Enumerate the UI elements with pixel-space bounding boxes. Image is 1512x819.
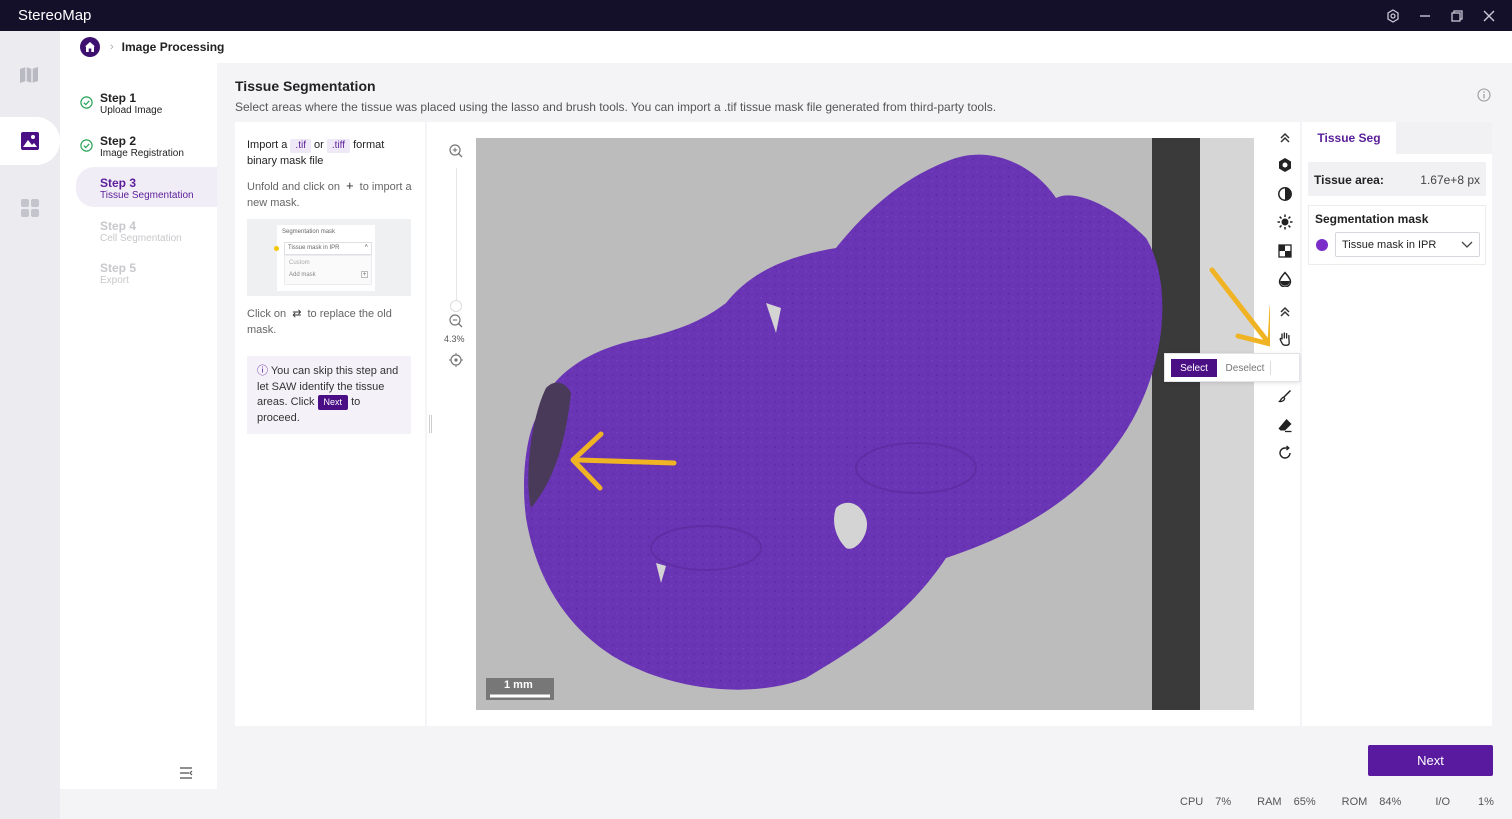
left-rail [0, 31, 60, 819]
zoom-slider-track[interactable] [456, 168, 457, 308]
zoom-percent: 4.3% [444, 334, 465, 344]
page-title: Tissue Segmentation [235, 78, 376, 94]
brush-icon[interactable] [1276, 387, 1294, 405]
step-title: Step 4 [100, 219, 137, 233]
step-title: Step 1 [100, 91, 137, 105]
preview-menu: Custom Add mask + [284, 255, 372, 285]
skip-hint: ⓘ You can skip this step and let SAW ide… [247, 356, 411, 434]
import-instruction: Import a .tif or .tiff format binary mas… [247, 139, 385, 167]
settings-icon[interactable] [1384, 7, 1402, 25]
ram-stat: RAM 65% [1257, 796, 1316, 808]
status-bar: CPU 7% RAM 65% ROM 84% I/O 1% [1180, 796, 1494, 810]
annotation-arrow [1209, 267, 1275, 347]
tissue-area-label: Tissue area: [1314, 173, 1384, 187]
step-3[interactable]: Step 3 Tissue Segmentation [76, 167, 217, 207]
lasso-mode-popover: Select Deselect [1164, 353, 1300, 382]
step-subtitle: Image Registration [100, 148, 184, 159]
collapse-up-icon-2[interactable] [1276, 303, 1294, 321]
preview-dot [274, 246, 279, 251]
info-icon[interactable] [1477, 88, 1491, 107]
tiff-tag: .tiff [326, 139, 351, 153]
rom-stat: ROM 84% [1341, 796, 1402, 808]
plus-icon: + [346, 178, 354, 193]
scale-bar-label: 1 mm [504, 679, 533, 691]
zoom-slider-handle[interactable] [450, 300, 462, 312]
step-title: Step 5 [100, 261, 137, 275]
tissue-area-row: Tissue area: 1.67e+8 px [1308, 162, 1486, 196]
app-title: StereoMap [18, 7, 92, 24]
preview-header: Segmentation mask [282, 229, 336, 235]
page-description: Select areas where the tissue was placed… [235, 100, 997, 114]
steps-panel: Step 1 Upload Image Step 2 Image Registr… [60, 63, 217, 789]
rail-map-icon[interactable] [0, 51, 60, 99]
next-button[interactable]: Next [1368, 745, 1493, 776]
settings-gear-icon[interactable] [1276, 156, 1294, 174]
restore-icon[interactable] [1448, 7, 1466, 25]
deselect-mode-button[interactable]: Deselect [1223, 359, 1267, 377]
next-chip: Next [317, 395, 349, 410]
breadcrumb: › Image Processing [60, 31, 1512, 63]
step-4: Step 4 Cell Segmentation [76, 217, 217, 257]
reset-icon[interactable] [1276, 444, 1294, 462]
step-title: Step 3 [100, 176, 137, 190]
instruction-panel: Import a .tif or .tiff format binary mas… [235, 122, 425, 726]
step-subtitle: Cell Segmentation [100, 233, 182, 244]
chevron-right-icon: › [110, 41, 114, 53]
chevron-down-icon [1461, 239, 1473, 252]
pan-hand-icon[interactable] [1276, 330, 1294, 348]
tif-tag: .tif [290, 139, 311, 153]
divider [1270, 361, 1271, 375]
opacity-drop-icon[interactable] [1276, 270, 1294, 288]
zoom-out-icon[interactable] [448, 313, 464, 334]
preview-select: Tissue mask in IPR ˄ [284, 242, 372, 255]
window-controls [1384, 0, 1498, 31]
step-title: Step 2 [100, 134, 137, 148]
unfold-instruction: Unfold and click on + to import a new ma… [247, 178, 412, 209]
rail-apps-icon[interactable] [0, 184, 60, 232]
panel-resize-handle[interactable] [429, 415, 432, 433]
segmentation-mask-card: Segmentation mask Tissue mask in IPR [1308, 205, 1486, 265]
mask-color-dot[interactable] [1316, 239, 1328, 251]
breadcrumb-current: Image Processing [121, 40, 225, 54]
step-2[interactable]: Step 2 Image Registration [76, 132, 217, 172]
brightness-icon[interactable] [1276, 213, 1294, 231]
step-subtitle: Upload Image [100, 105, 163, 116]
io-stat: I/O 1% [1435, 796, 1494, 808]
mask-dropdown-preview: Segmentation mask Tissue mask in IPR ˄ C… [247, 219, 411, 296]
collapse-up-icon[interactable] [1276, 129, 1294, 147]
select-mode-button[interactable]: Select [1171, 359, 1217, 377]
replace-instruction: Click on ⇄ to replace the old mask. [247, 308, 392, 336]
preview-card: Segmentation mask Tissue mask in IPR ˄ C… [274, 225, 375, 291]
check-circle-icon [80, 96, 93, 109]
check-circle-icon [80, 139, 93, 152]
eraser-icon[interactable] [1276, 416, 1294, 434]
info-icon: ⓘ [257, 365, 268, 377]
recenter-icon[interactable] [448, 352, 464, 373]
title-bar: StereoMap [0, 0, 1512, 31]
step-1[interactable]: Step 1 Upload Image [76, 89, 217, 129]
collapse-sidebar-icon[interactable] [178, 766, 194, 785]
checker-icon[interactable] [1276, 242, 1294, 260]
home-icon[interactable] [80, 37, 100, 57]
minimize-icon[interactable] [1416, 7, 1434, 25]
mask-select-dropdown[interactable]: Tissue mask in IPR [1335, 232, 1480, 257]
swap-icon: ⇄ [292, 308, 302, 320]
step-5: Step 5 Export [76, 259, 217, 299]
close-icon[interactable] [1480, 7, 1498, 25]
segmentation-mask-title: Segmentation mask [1315, 212, 1429, 226]
cpu-stat: CPU 7% [1180, 796, 1232, 808]
rail-image-processing-icon[interactable] [0, 117, 60, 165]
step-subtitle: Export [100, 275, 129, 286]
tab-tissue-seg[interactable]: Tissue Seg [1302, 122, 1396, 154]
step-subtitle: Tissue Segmentation [100, 190, 194, 201]
tissue-area-value: 1.67e+8 px [1420, 173, 1480, 187]
tissue-image[interactable]: 1 mm [476, 138, 1254, 710]
zoom-in-icon[interactable] [448, 143, 464, 164]
contrast-icon[interactable] [1276, 185, 1294, 203]
